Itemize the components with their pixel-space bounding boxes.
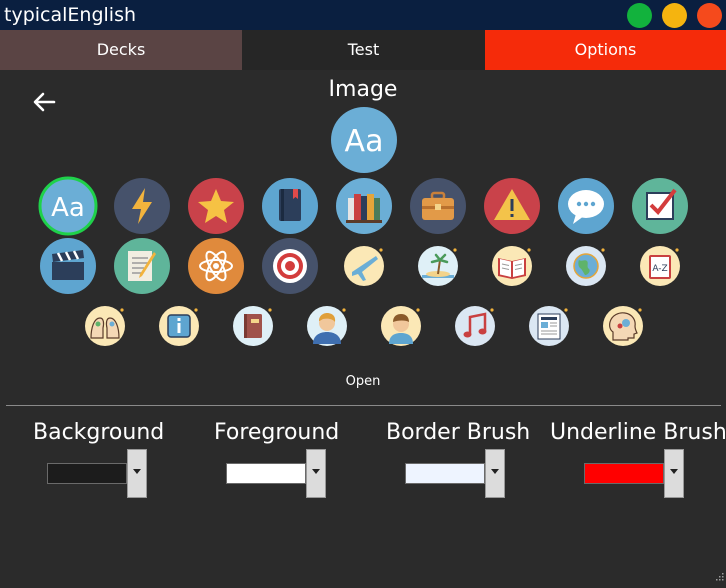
beach-island-icon[interactable] [408, 236, 468, 296]
briefcase-icon[interactable] [408, 176, 468, 236]
svg-text:A-Z: A-Z [652, 264, 667, 274]
music-note-icon[interactable] [445, 296, 505, 356]
dictionary-az-icon[interactable]: A-Z [630, 236, 690, 296]
underline-brush-dropdown-button[interactable] [664, 449, 684, 498]
globe-icon[interactable] [556, 236, 616, 296]
title-bar: typicalEnglish [0, 0, 726, 30]
selected-image-preview: Aa [331, 107, 397, 173]
journal-icon[interactable] [223, 296, 283, 356]
target-icon[interactable] [260, 236, 320, 296]
lightning-icon[interactable] [112, 176, 172, 236]
airplane-icon[interactable] [334, 236, 394, 296]
tab-test[interactable]: Test [242, 30, 485, 70]
clapperboard-icon[interactable] [38, 236, 98, 296]
underline-brush-label: Underline Brush [550, 420, 726, 445]
tab-bar: Decks Test Options [0, 30, 726, 70]
boy-avatar-icon[interactable] [371, 296, 431, 356]
svg-text:Aa: Aa [51, 193, 85, 223]
image-section-title: Image [328, 77, 398, 102]
maximize-button[interactable] [627, 3, 652, 28]
notepad-pencil-icon[interactable] [112, 236, 172, 296]
border-brush-label: Border Brush [386, 420, 531, 445]
foreground-dropdown-button[interactable] [306, 449, 326, 498]
two-heads-puzzle-icon[interactable] [75, 296, 135, 356]
tab-options[interactable]: Options [485, 30, 726, 70]
background-label: Background [33, 420, 165, 445]
brain-gears-icon[interactable] [593, 296, 653, 356]
tab-decks[interactable]: Decks [0, 30, 242, 70]
background-dropdown-button[interactable] [127, 449, 147, 498]
star-icon[interactable] [186, 176, 246, 236]
minimize-button[interactable] [662, 3, 687, 28]
svg-text:Aa: Aa [345, 124, 384, 159]
letters-aa-icon[interactable]: Aa [38, 176, 98, 236]
foreground-color-swatch[interactable] [226, 463, 306, 484]
background-color-swatch[interactable] [47, 463, 127, 484]
warning-icon[interactable] [482, 176, 542, 236]
underline-brush-color-swatch[interactable] [584, 463, 664, 484]
info-icon[interactable] [149, 296, 209, 356]
atom-icon[interactable] [186, 236, 246, 296]
checkbox-icon[interactable] [630, 176, 690, 236]
app-title: typicalEnglish [4, 4, 137, 26]
books-stack-icon[interactable] [334, 176, 394, 236]
man-avatar-icon[interactable] [297, 296, 357, 356]
resize-grip-icon[interactable] [714, 568, 724, 586]
section-divider [6, 405, 721, 406]
close-button[interactable] [697, 3, 722, 28]
open-image-button[interactable]: Open [0, 374, 726, 389]
border-brush-dropdown-button[interactable] [485, 449, 505, 498]
book-icon[interactable] [260, 176, 320, 236]
open-book-icon[interactable] [482, 236, 542, 296]
foreground-label: Foreground [214, 420, 340, 445]
newspaper-icon[interactable] [519, 296, 579, 356]
border-brush-color-swatch[interactable] [405, 463, 485, 484]
speech-bubble-icon[interactable] [556, 176, 616, 236]
